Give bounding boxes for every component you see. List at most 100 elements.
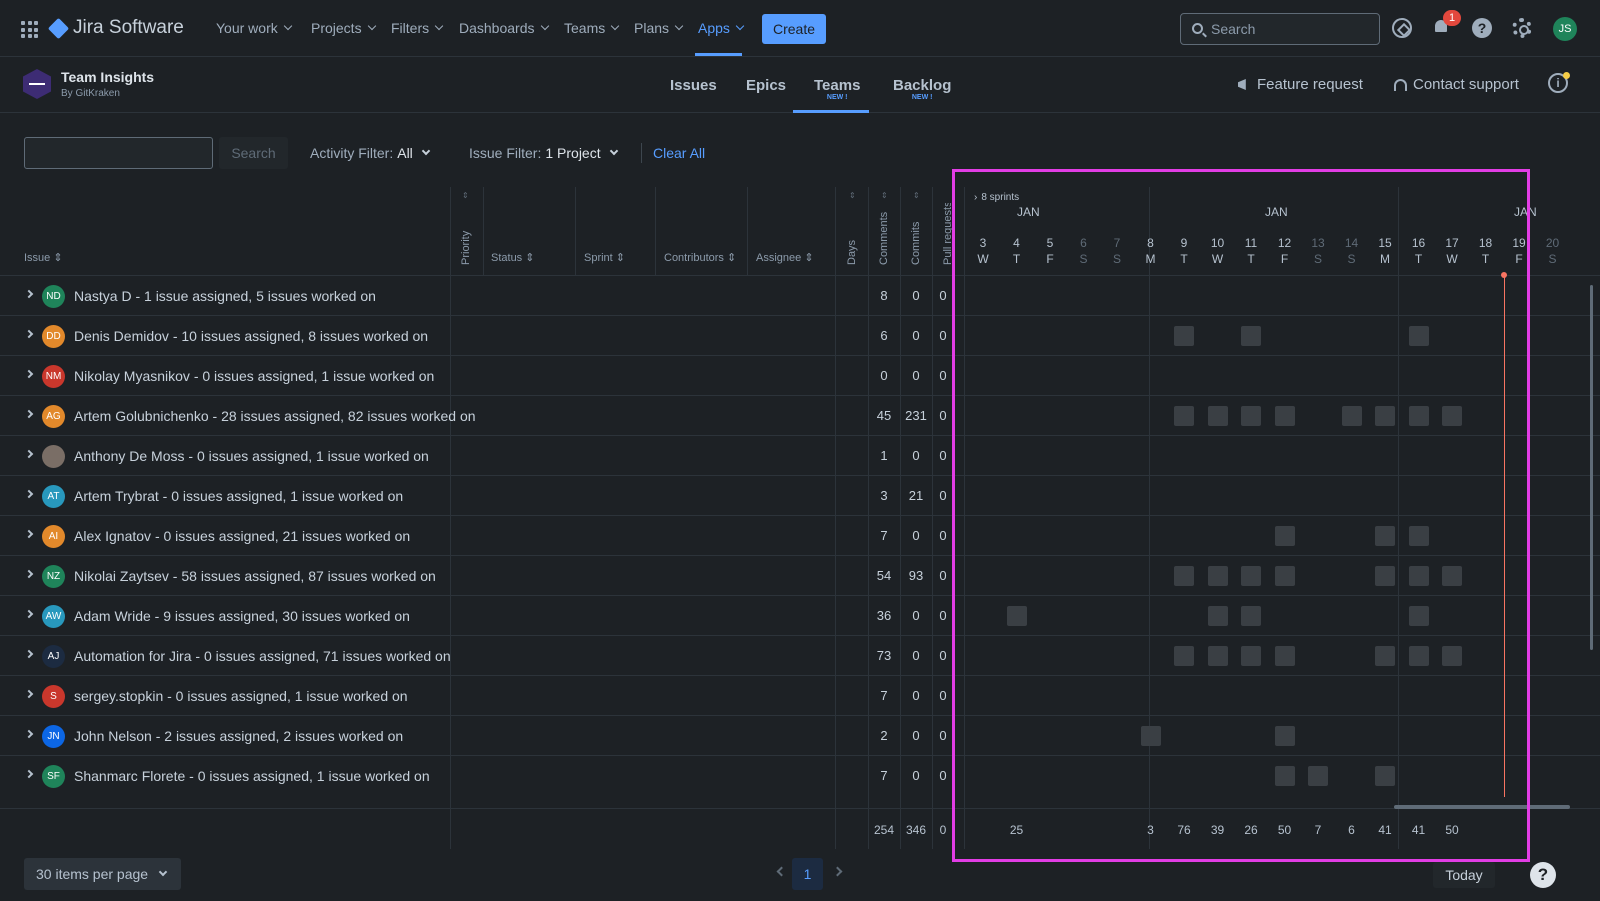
chevron-right-icon[interactable] bbox=[24, 289, 34, 299]
issue-search-input[interactable] bbox=[24, 137, 213, 169]
table-row[interactable]: ND Nastya D - 1 issue assigned, 5 issues … bbox=[0, 275, 1600, 315]
sort-icon[interactable]: ⇕ bbox=[849, 191, 856, 200]
chevron-right-icon[interactable] bbox=[24, 609, 34, 619]
activity-cell[interactable] bbox=[1274, 526, 1295, 546]
col-comments-header[interactable]: Comments bbox=[878, 212, 890, 265]
activity-cell[interactable] bbox=[1174, 326, 1194, 346]
table-row[interactable]: SF Shanmarc Florete - 0 issues assigned, … bbox=[0, 755, 1600, 795]
tab-epics[interactable]: Epics bbox=[746, 77, 786, 94]
clear-all-link[interactable]: Clear All bbox=[653, 145, 705, 161]
next-page-icon[interactable] bbox=[832, 866, 843, 877]
issue-filter-dropdown[interactable]: Issue Filter: 1 Project bbox=[469, 145, 618, 161]
chevron-right-icon[interactable] bbox=[24, 489, 34, 499]
items-per-page-select[interactable]: 30 items per page bbox=[24, 858, 181, 890]
activity-cell[interactable] bbox=[1241, 646, 1261, 666]
chevron-right-icon[interactable] bbox=[24, 329, 34, 339]
col-sprint-header[interactable]: Sprint ⇕ bbox=[584, 251, 625, 264]
activity-cell[interactable] bbox=[1207, 646, 1228, 666]
sprints-toggle[interactable]: › 8 sprints bbox=[974, 190, 1019, 204]
chevron-right-icon[interactable] bbox=[24, 649, 34, 659]
table-row[interactable]: Anthony De Moss - 0 issues assigned, 1 i… bbox=[0, 435, 1600, 475]
activity-cell[interactable] bbox=[1274, 766, 1295, 786]
activity-filter-dropdown[interactable]: Activity Filter: All bbox=[310, 145, 431, 161]
compass-icon[interactable] bbox=[1392, 18, 1412, 38]
col-issue-header[interactable]: Issue ⇕ bbox=[24, 251, 63, 264]
col-assignee-header[interactable]: Assignee ⇕ bbox=[756, 251, 814, 264]
activity-cell[interactable] bbox=[1207, 606, 1228, 626]
col-days-header[interactable]: Days bbox=[846, 240, 858, 265]
global-search-input[interactable]: Search bbox=[1180, 13, 1380, 45]
nav-plans[interactable]: Plans bbox=[634, 20, 684, 36]
table-row[interactable]: NM Nikolay Myasnikov - 0 issues assigned,… bbox=[0, 355, 1600, 395]
col-contributors-header[interactable]: Contributors ⇕ bbox=[664, 251, 736, 264]
horizontal-scrollbar[interactable] bbox=[1394, 805, 1570, 809]
table-row[interactable]: NZ Nikolai Zaytsev - 58 issues assigned, … bbox=[0, 555, 1600, 595]
nav-teams[interactable]: Teams bbox=[564, 20, 620, 36]
activity-cell[interactable] bbox=[1241, 406, 1261, 426]
table-row[interactable]: JN John Nelson - 2 issues assigned, 2 iss… bbox=[0, 715, 1600, 755]
table-row[interactable]: AW Adam Wride - 9 issues assigned, 30 iss… bbox=[0, 595, 1600, 635]
table-row[interactable]: AI Alex Ignatov - 0 issues assigned, 21 i… bbox=[0, 515, 1600, 555]
activity-cell[interactable] bbox=[1375, 766, 1395, 786]
table-row[interactable]: AJ Automation for Jira - 0 issues assigne… bbox=[0, 635, 1600, 675]
activity-cell[interactable] bbox=[1274, 406, 1295, 426]
nav-dashboards[interactable]: Dashboards bbox=[459, 20, 549, 36]
activity-cell[interactable] bbox=[1408, 406, 1429, 426]
nav-your-work[interactable]: Your work bbox=[216, 20, 292, 36]
activity-cell[interactable] bbox=[1408, 566, 1429, 586]
tab-backlog[interactable]: Backlog NEW ! bbox=[893, 77, 951, 101]
search-button[interactable]: Search bbox=[219, 137, 288, 169]
page-number-button[interactable]: 1 bbox=[792, 858, 823, 890]
col-pull-requests-header[interactable]: Pull requests bbox=[942, 203, 954, 265]
chevron-right-icon[interactable] bbox=[24, 569, 34, 579]
chevron-right-icon[interactable] bbox=[24, 769, 34, 779]
activity-cell[interactable] bbox=[1207, 406, 1228, 426]
nav-projects[interactable]: Projects bbox=[311, 20, 376, 36]
activity-cell[interactable] bbox=[1241, 606, 1261, 626]
activity-cell[interactable] bbox=[1375, 566, 1395, 586]
activity-cell[interactable] bbox=[1341, 406, 1362, 426]
sort-icon[interactable]: ⇕ bbox=[462, 191, 469, 200]
activity-cell[interactable] bbox=[1442, 646, 1462, 666]
nav-apps[interactable]: Apps bbox=[698, 20, 745, 36]
activity-cell[interactable] bbox=[1241, 326, 1261, 346]
sort-icon[interactable]: ⇕ bbox=[913, 191, 920, 200]
col-status-header[interactable]: Status ⇕ bbox=[491, 251, 534, 264]
activity-cell[interactable] bbox=[1375, 526, 1395, 546]
table-row[interactable]: AT Artem Trybrat - 0 issues assigned, 1 i… bbox=[0, 475, 1600, 515]
vertical-scrollbar[interactable] bbox=[1590, 285, 1593, 650]
activity-cell[interactable] bbox=[1274, 566, 1295, 586]
feature-request-link[interactable]: Feature request bbox=[1238, 76, 1363, 93]
today-button[interactable]: Today bbox=[1433, 862, 1495, 888]
col-commits-header[interactable]: Commits bbox=[910, 222, 922, 265]
activity-cell[interactable] bbox=[1442, 406, 1462, 426]
help-icon[interactable]: ? bbox=[1472, 18, 1492, 38]
activity-cell[interactable] bbox=[1174, 406, 1194, 426]
activity-cell[interactable] bbox=[1308, 766, 1328, 786]
table-row[interactable]: AG Artem Golubnichenko - 28 issues assign… bbox=[0, 395, 1600, 435]
prev-page-icon[interactable] bbox=[776, 866, 787, 877]
activity-cell[interactable] bbox=[1408, 326, 1429, 346]
tab-teams[interactable]: Teams NEW ! bbox=[814, 77, 860, 101]
col-priority-header[interactable]: Priority bbox=[460, 231, 472, 265]
app-switcher-icon[interactable] bbox=[21, 21, 38, 38]
jira-logo[interactable]: Jira Software bbox=[47, 16, 184, 40]
activity-cell[interactable] bbox=[1274, 646, 1295, 666]
activity-cell[interactable] bbox=[1241, 566, 1261, 586]
table-row[interactable]: Ssergey.stopkin - 0 issues assigned, 1 i… bbox=[0, 675, 1600, 715]
activity-cell[interactable] bbox=[1274, 726, 1295, 746]
user-avatar[interactable]: JS bbox=[1553, 17, 1577, 41]
activity-cell[interactable] bbox=[1408, 606, 1429, 626]
chevron-right-icon[interactable] bbox=[24, 689, 34, 699]
nav-filters[interactable]: Filters bbox=[391, 20, 444, 36]
chevron-right-icon[interactable] bbox=[24, 529, 34, 539]
chevron-right-icon[interactable] bbox=[24, 729, 34, 739]
activity-cell[interactable] bbox=[1174, 566, 1194, 586]
activity-cell[interactable] bbox=[1174, 646, 1194, 666]
contact-support-link[interactable]: Contact support bbox=[1394, 76, 1519, 93]
chevron-right-icon[interactable] bbox=[24, 449, 34, 459]
activity-cell[interactable] bbox=[1375, 406, 1395, 426]
activity-cell[interactable] bbox=[1408, 526, 1429, 546]
activity-cell[interactable] bbox=[1375, 646, 1395, 666]
activity-cell[interactable] bbox=[1442, 566, 1462, 586]
